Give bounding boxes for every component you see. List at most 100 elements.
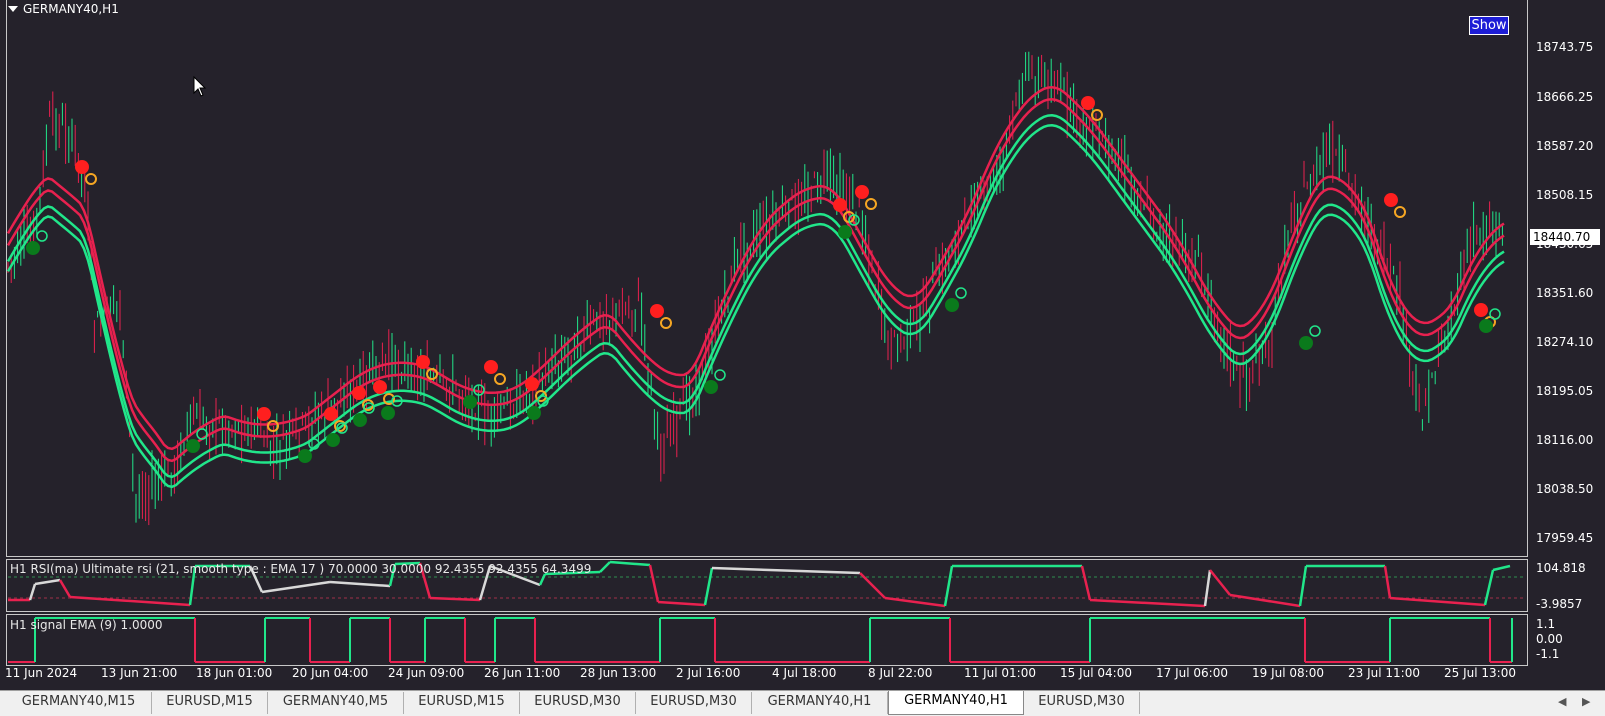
- rsi-line-segment: [34, 578, 61, 586]
- buy-signal-dot: [353, 413, 367, 427]
- buy-signal-dot: [945, 298, 959, 312]
- signal-lines: [8, 617, 1513, 663]
- sell-signal-dot: [1384, 193, 1398, 207]
- sell-signal-dot: [484, 360, 498, 374]
- rsi-line-segment: [1483, 569, 1495, 606]
- show-button[interactable]: Show: [1469, 16, 1509, 35]
- rsi-line-segment: [1203, 569, 1212, 607]
- sell-signal-dot: [833, 198, 847, 212]
- time-label: 2 Jul 16:00: [676, 666, 741, 680]
- rsi-line-segment: [657, 600, 706, 607]
- rsi-line-segment: [943, 565, 954, 607]
- sell-signal-dot: [324, 407, 338, 421]
- rsi-pane-title: H1 RSI(ma) Ultimate rsi (21, smooth type…: [10, 562, 592, 576]
- rsi-line-segment: [329, 580, 391, 588]
- sell-signal-dot: [650, 304, 664, 318]
- rsi-line-segment: [1080, 565, 1092, 601]
- buy-arrow-icon: [1309, 325, 1321, 337]
- buy-arrow-icon: [714, 369, 726, 381]
- buy-signal-dot: [1479, 319, 1493, 333]
- sell-arrow-icon: [85, 173, 97, 185]
- rsi-line-segment: [711, 566, 861, 575]
- tab-eurusd-m15[interactable]: EURUSD,M15: [152, 692, 268, 714]
- price-label: 17959.45: [1536, 531, 1594, 545]
- rsi-line-segment: [1492, 564, 1511, 572]
- sell-signal-dot: [1474, 303, 1488, 317]
- rsi-scale-label: -3.9857: [1536, 597, 1583, 611]
- tab-eurusd-m30[interactable]: EURUSD,M30: [520, 692, 636, 714]
- chart-window[interactable]: GERMANY40,H1 Show H1 RSI(ma) Ultimate rs…: [0, 0, 1605, 690]
- buy-arrow-icon: [36, 230, 48, 242]
- time-label: 11 Jul 01:00: [964, 666, 1036, 680]
- buy-signal-dot: [1299, 336, 1313, 350]
- tab-germany40-m5[interactable]: GERMANY40,M5: [268, 692, 404, 714]
- tab-germany40-h1-active[interactable]: GERMANY40,H1: [888, 691, 1024, 715]
- signal-scale-label: 0.00: [1536, 632, 1563, 646]
- rsi-line-segment: [1089, 598, 1206, 608]
- buy-signal-dot: [186, 439, 200, 453]
- rsi-line-segment: [703, 567, 714, 606]
- tab-eurusd-m30[interactable]: EURUSD,M30: [1024, 692, 1140, 714]
- price-label: 18116.00: [1536, 433, 1594, 447]
- buy-signal-dot: [463, 395, 477, 409]
- rsi-line-segment: [261, 580, 331, 594]
- price-label: 18743.75: [1536, 40, 1594, 54]
- sell-signal-dot: [1081, 96, 1095, 110]
- price-label: 18195.05: [1536, 384, 1594, 398]
- buy-signal-dot: [326, 433, 340, 447]
- tab-eurusd-m15[interactable]: EURUSD,M15: [404, 692, 520, 714]
- sell-signal-dot: [855, 185, 869, 199]
- sell-signal-dot: [352, 386, 366, 400]
- sell-signal-dot: [416, 355, 430, 369]
- signal-scale-label: -1.1: [1536, 647, 1560, 661]
- buy-signal-dot: [838, 225, 852, 239]
- time-label: 20 Jun 04:00: [292, 666, 369, 680]
- buy-signal-dot: [26, 241, 40, 255]
- price-label: 18666.25: [1536, 90, 1594, 104]
- rsi-line-segment: [1383, 565, 1392, 599]
- rsi-line-segment: [1298, 565, 1308, 607]
- buy-signal-dot: [527, 406, 541, 420]
- rsi-line-segment: [1209, 569, 1231, 596]
- rsi-line-segment: [648, 564, 660, 603]
- time-label: 18 Jun 01:00: [196, 666, 273, 680]
- rsi-line-segment: [1229, 593, 1301, 608]
- rsi-line-segment: [58, 579, 72, 598]
- price-chart-canvas: [6, 51, 1526, 663]
- bull-band-line: [6, 114, 1505, 479]
- tab-germany40-m15[interactable]: GERMANY40,M15: [6, 692, 152, 714]
- price-label: 18508.15: [1536, 188, 1594, 202]
- chart-tab-bar: GERMANY40,M15 EURUSD,M15 GERMANY40,M5 EU…: [0, 690, 1605, 716]
- signal-scale-label: 1.1: [1536, 617, 1556, 631]
- sell-signal-dot: [525, 377, 539, 391]
- sell-arrow-icon: [865, 198, 877, 210]
- buy-arrow-icon: [955, 287, 967, 299]
- mouse-cursor-icon: [193, 75, 207, 97]
- bear-band-line: [6, 98, 1505, 463]
- time-label: 28 Jun 13:00: [580, 666, 657, 680]
- tab-eurusd-m30[interactable]: EURUSD,M30: [636, 692, 752, 714]
- time-label: 4 Jul 18:00: [772, 666, 837, 680]
- time-label: 23 Jul 11:00: [1348, 666, 1420, 680]
- buy-arrow-icon: [1489, 308, 1501, 320]
- rsi-scale-label: 104.818: [1536, 561, 1586, 575]
- time-label: 13 Jun 21:00: [101, 666, 178, 680]
- symbol-title[interactable]: GERMANY40,H1: [8, 2, 119, 16]
- rsi-line-segment: [599, 561, 611, 573]
- sell-arrow-icon: [494, 373, 506, 385]
- triangle-left-icon[interactable]: ◀: [1558, 695, 1566, 708]
- time-label: 24 Jun 09:00: [388, 666, 465, 680]
- time-label: 25 Jul 13:00: [1444, 666, 1516, 680]
- sell-signal-dot: [257, 407, 271, 421]
- symbol-title-label: GERMANY40,H1: [23, 2, 119, 16]
- tab-germany40-h1[interactable]: GERMANY40,H1: [752, 692, 888, 714]
- time-label: 8 Jul 22:00: [868, 666, 933, 680]
- bear-band-line: [6, 86, 1505, 451]
- time-label: 11 Jun 2024: [5, 666, 78, 680]
- price-label: 18351.60: [1536, 286, 1594, 300]
- sell-arrow-icon: [1394, 206, 1406, 218]
- sell-arrow-icon: [1091, 109, 1103, 121]
- triangle-right-icon[interactable]: ▶: [1582, 695, 1590, 708]
- chevron-down-icon[interactable]: [8, 6, 18, 12]
- time-label: 19 Jul 08:00: [1252, 666, 1324, 680]
